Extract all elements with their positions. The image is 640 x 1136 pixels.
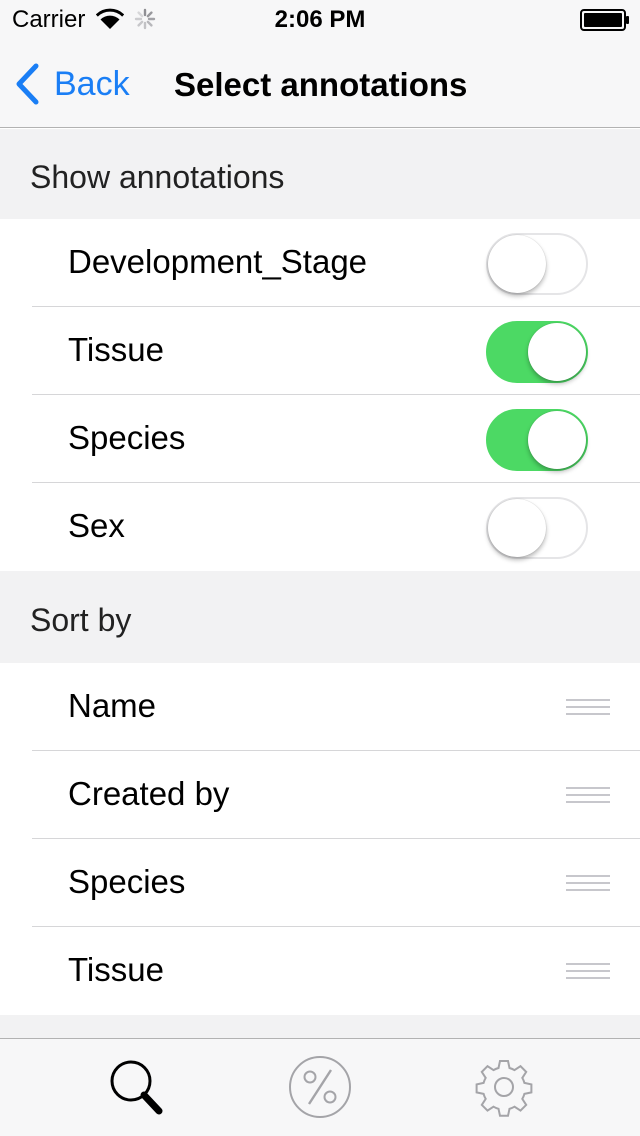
battery-icon: [580, 9, 629, 31]
tab-percent[interactable]: [288, 1055, 352, 1119]
sort-label: Tissue: [68, 951, 164, 988]
reorder-grip-icon[interactable]: [566, 963, 610, 981]
reorder-grip-icon[interactable]: [566, 699, 610, 717]
sort-row-name: Name: [0, 663, 640, 751]
percent-icon: [289, 1056, 351, 1118]
reorder-grip-icon[interactable]: [566, 875, 610, 893]
tab-search[interactable]: [104, 1055, 168, 1119]
section-header-label: Show annotations: [30, 159, 285, 195]
annotation-toggle[interactable]: [486, 233, 588, 295]
chevron-left-icon: [16, 63, 39, 105]
tab-bar: [0, 1038, 640, 1136]
annotation-label: Development_Stage: [68, 243, 368, 280]
toggle-knob: [488, 499, 546, 557]
annotation-row-tissue: Tissue: [0, 307, 640, 395]
annotation-row-species: Species: [0, 395, 640, 483]
section-header-label: Sort by: [30, 602, 132, 638]
sort-label: Name: [68, 687, 157, 724]
tab-settings[interactable]: [472, 1055, 536, 1119]
annotation-label: Sex: [68, 507, 125, 544]
toggle-knob: [528, 411, 586, 469]
status-bar: Carrier 2:06 PM: [0, 0, 640, 40]
section-header-sort-by: Sort by: [0, 571, 640, 663]
annotation-label: Tissue: [68, 331, 164, 368]
annotation-toggle[interactable]: [486, 409, 588, 471]
toggle-knob: [528, 323, 586, 381]
annotation-row-sex: Sex: [0, 483, 640, 571]
annotation-row-development-stage: Development_Stage: [0, 219, 640, 307]
back-button-label: Back: [54, 64, 130, 103]
sort-row-tissue: Tissue: [0, 927, 640, 1015]
navigation-bar: Back Select annotations: [0, 40, 640, 128]
sort-label: Created by: [68, 775, 230, 812]
status-time: 2:06 PM: [274, 6, 366, 33]
sort-row-species: Species: [0, 839, 640, 927]
reorder-grip-icon[interactable]: [566, 787, 610, 805]
gear-icon: [475, 1060, 533, 1117]
toggle-knob: [488, 235, 546, 293]
section-header-show-annotations: Show annotations: [0, 129, 640, 219]
sort-row-created-by: Created by: [0, 751, 640, 839]
section-footer: [0, 1015, 640, 1038]
back-button[interactable]: Back: [14, 62, 130, 106]
annotation-toggle[interactable]: [486, 321, 588, 383]
page-title: Select annotations: [174, 66, 468, 103]
sort-label: Species: [68, 863, 186, 900]
annotation-label: Species: [68, 419, 186, 456]
annotation-toggle[interactable]: [486, 497, 588, 559]
search-icon: [110, 1060, 163, 1115]
